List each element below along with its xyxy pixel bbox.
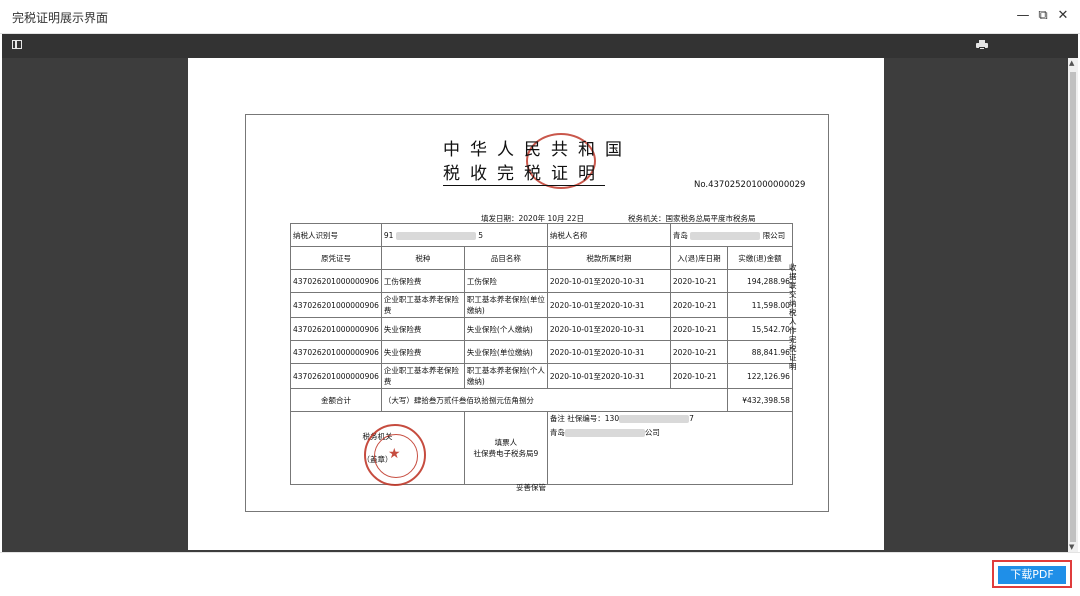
download-pdf-button[interactable]: 下载PDF: [998, 566, 1066, 584]
taxpayer-id-label: 纳税人识别号: [290, 223, 382, 247]
table-row: 437026201000000906 失业保险费 失业保险(个人缴纳) 2020-10…: [290, 317, 793, 341]
vertical-scrollbar[interactable]: ▲ ▼: [1068, 58, 1078, 552]
close-icon[interactable]: ✕: [1056, 8, 1070, 23]
window-titlebar: 完税证明展示界面 — ⧉ ✕: [0, 0, 1080, 34]
download-highlight: 下载PDF: [992, 560, 1072, 588]
col-tax-type: 税种: [380, 246, 465, 270]
certificate-title-line2: 税收完税证明: [443, 159, 605, 186]
scroll-down-icon[interactable]: ▼: [1069, 543, 1074, 551]
pdf-toolbar: [2, 34, 1078, 58]
col-amount: 实缴(退)金额: [726, 246, 793, 270]
table-row: 437026201000000906 失业保险费 失业保险(单位缴纳) 2020-10…: [290, 340, 793, 364]
col-date: 入(退)库日期: [669, 246, 728, 270]
table-row: 437026201000000906 企业职工基本养老保险费 职工基本养老保险(单位…: [290, 292, 793, 318]
restore-icon[interactable]: ⧉: [1036, 8, 1050, 23]
scroll-up-icon[interactable]: ▲: [1069, 59, 1074, 67]
pdf-content-area: 中华人民共和国 税收完税证明 No.437025201000000029 填发日…: [2, 58, 1066, 552]
total-row: 金额合计 （大写）肆拾叁万贰仟叁佰玖拾捌元伍角捌分 ¥432,398.58: [290, 388, 793, 412]
pdf-viewer: 中华人民共和国 税收完税证明 No.437025201000000029 填发日…: [2, 34, 1078, 552]
filler-cell: 填票人 社保费电子税务局9: [463, 411, 548, 485]
minimize-icon[interactable]: —: [1016, 8, 1030, 23]
footer-note: 妥善保管: [516, 483, 546, 492]
col-period: 税款所属时期: [546, 246, 671, 270]
bottom-bar: [0, 552, 1080, 596]
sidebar-toggle-icon[interactable]: [12, 40, 22, 49]
side-note: 收据联交纳税人作完税证明: [789, 263, 797, 371]
col-item: 品目名称: [463, 246, 548, 270]
remark-cell: 备注 社保编号：130 7 青岛 公司: [546, 411, 793, 485]
taxpayer-name-label: 纳税人名称: [546, 223, 671, 247]
printer-icon[interactable]: [976, 40, 988, 50]
window-title: 完税证明展示界面: [12, 11, 109, 25]
table-row: 437026201000000906 工伤保险费 工伤保险 2020-10-01至20…: [290, 269, 793, 293]
col-voucher: 原凭证号: [290, 246, 382, 270]
pdf-page: 中华人民共和国 税收完税证明 No.437025201000000029 填发日…: [188, 58, 884, 550]
certificate-number: No.437025201000000029: [694, 180, 806, 190]
taxpayer-id-value: 91 5: [380, 223, 548, 247]
scrollbar-thumb[interactable]: [1070, 72, 1076, 542]
taxpayer-name-value: 青岛 限公司: [669, 223, 793, 247]
tax-office-seal: ★: [364, 424, 426, 486]
tax-certificate: 中华人民共和国 税收完税证明 No.437025201000000029 填发日…: [245, 114, 829, 512]
certificate-title-line1: 中华人民共和国: [443, 140, 632, 160]
window-controls: — ⧉ ✕: [1016, 8, 1070, 23]
table-row: 437026201000000906 企业职工基本养老保险费 职工基本养老保险(个人…: [290, 363, 793, 389]
